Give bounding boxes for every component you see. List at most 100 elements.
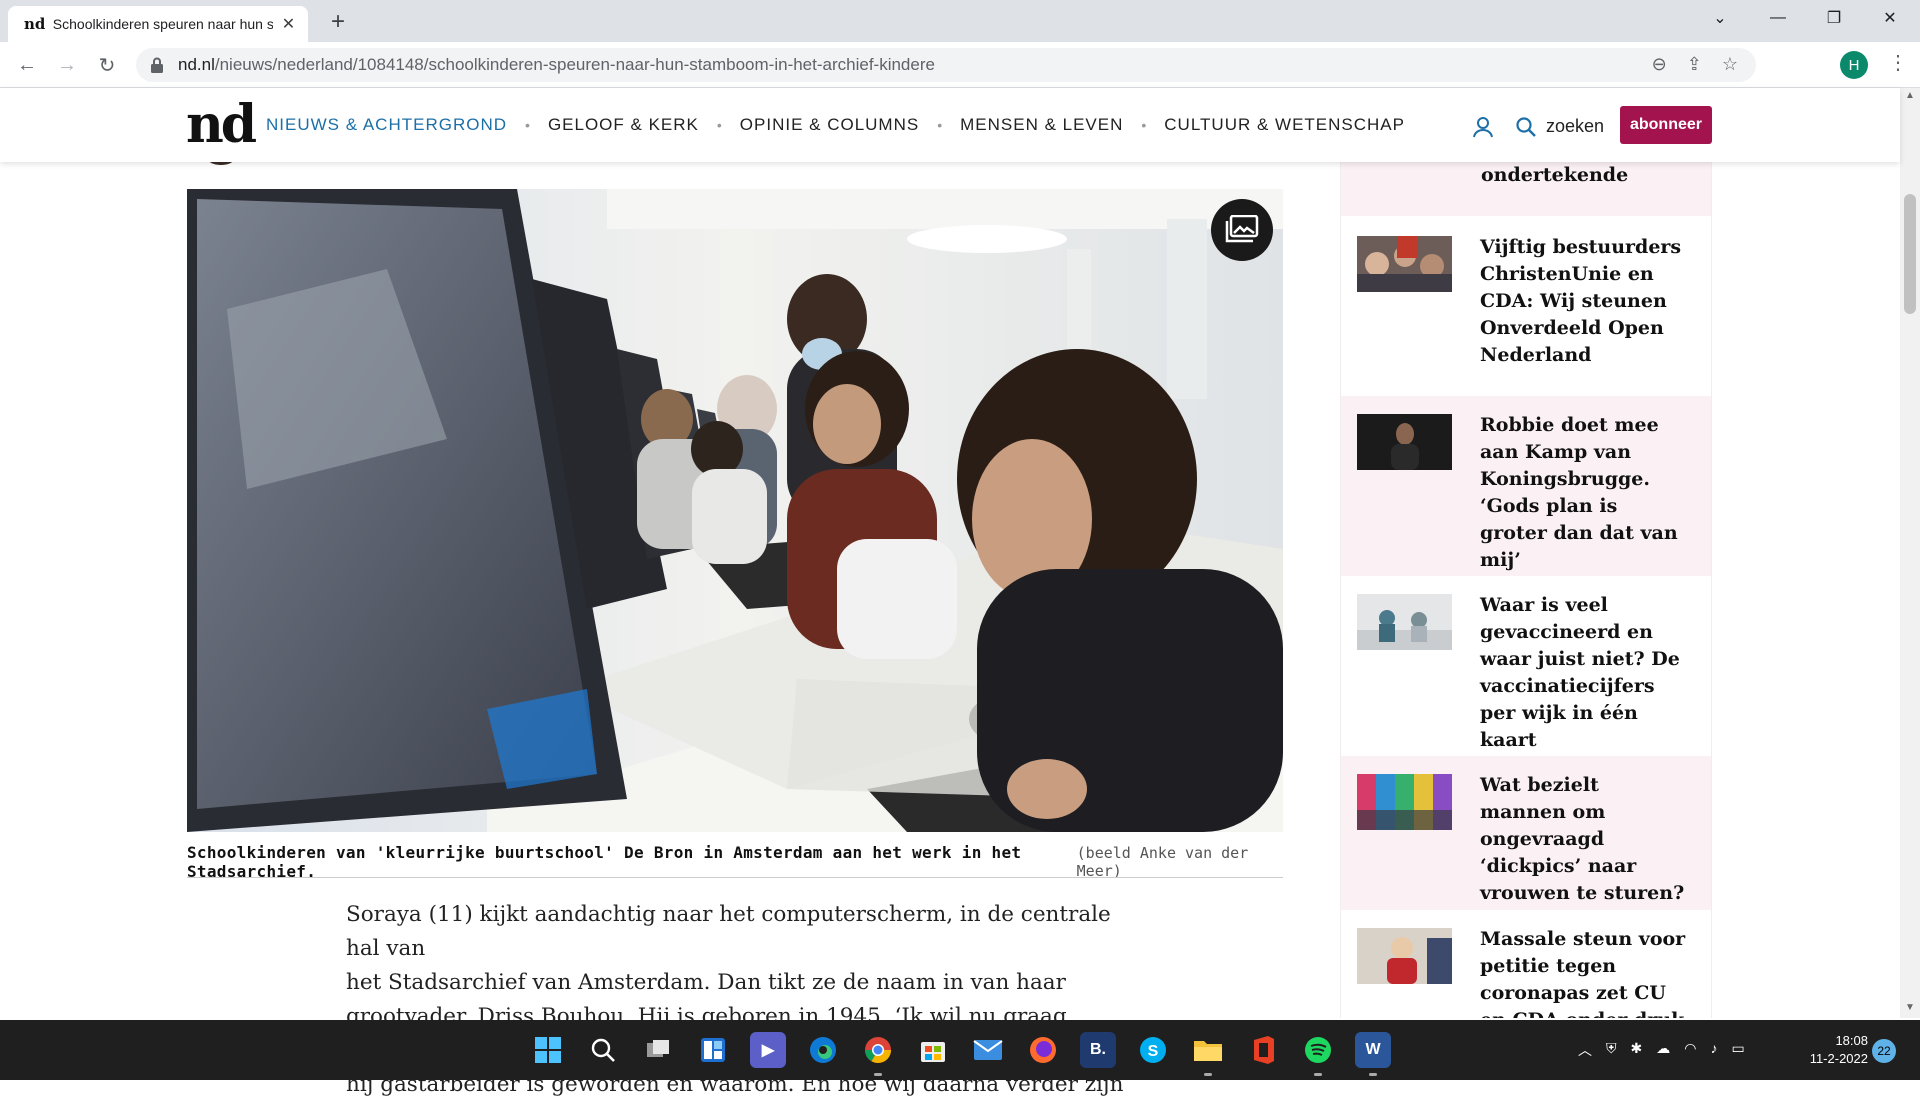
mail-icon[interactable] xyxy=(970,1032,1006,1068)
back-button[interactable]: ← xyxy=(12,50,42,80)
notification-badge[interactable]: 22 xyxy=(1872,1039,1896,1063)
body-line: Soraya (11) kijkt aandachtig naar het co… xyxy=(346,902,1111,961)
hero-photo xyxy=(187,189,1283,832)
sidebar-thumbnail xyxy=(1357,774,1452,830)
search-icon[interactable] xyxy=(585,1032,621,1068)
security-icon[interactable]: ⛨ xyxy=(1606,1040,1617,1060)
nav-nieuws[interactable]: NIEUWS & ACHTERGROND xyxy=(266,115,507,135)
office-icon[interactable] xyxy=(1245,1032,1281,1068)
sidebar-item-title: Waar is veel gevaccineerd en waar juist … xyxy=(1480,594,1680,751)
scroll-down-icon[interactable]: ▼ xyxy=(1905,1002,1915,1013)
skype-icon[interactable]: S xyxy=(1135,1032,1171,1068)
user-account-icon[interactable] xyxy=(1472,116,1494,138)
close-tab-icon[interactable]: ✕ xyxy=(279,14,298,34)
site-header: nd NIEUWS & ACHTERGROND • GELOOF & KERK … xyxy=(0,88,1900,162)
widgets-icon[interactable] xyxy=(695,1032,731,1068)
sidebar-thumbnail xyxy=(1357,236,1452,292)
firefox-icon[interactable] xyxy=(1025,1032,1061,1068)
battery-icon[interactable]: ▭ xyxy=(1731,1040,1744,1060)
nav-separator: • xyxy=(1141,117,1147,133)
reload-button[interactable]: ↻ xyxy=(92,50,122,80)
nd-favicon-icon: nd xyxy=(24,15,46,33)
sidebar-item-title: ondertekende xyxy=(1481,164,1629,186)
address-bar[interactable]: nd.nl/nieuws/nederland/1084148/schoolkin… xyxy=(136,48,1756,82)
nav-geloof[interactable]: GELOOF & KERK xyxy=(548,115,699,135)
article-hero-image[interactable] xyxy=(187,189,1283,832)
caption-text: Schoolkinderen van 'kleurrijke buurtscho… xyxy=(187,843,1022,881)
sidebar-thumbnail xyxy=(1357,414,1452,470)
sidebar-item[interactable]: Vijftig bestuurders ChristenUnie en CDA:… xyxy=(1341,218,1711,396)
sidebar-item-partial[interactable]: ondertekende xyxy=(1341,160,1711,216)
spotify-icon[interactable] xyxy=(1300,1032,1336,1076)
image-caption: Schoolkinderen van 'kleurrijke buurtscho… xyxy=(187,843,1283,881)
tab-title: Schoolkinderen speuren naar hun stamboom xyxy=(52,16,274,32)
clock-time: 18:08 xyxy=(1835,1033,1868,1048)
related-articles-sidebar: ondertekende Vijftig bestuurders Christe… xyxy=(1340,160,1712,1018)
windows-taskbar: ▶ B. S W ︿ ⛨ ✱ ☁ ◠ ♪ ▭ 18:08 11-2-2022 2… xyxy=(0,1020,1920,1080)
browser-tab[interactable]: nd Schoolkinderen speuren naar hun stamb… xyxy=(8,6,308,42)
search-label: zoeken xyxy=(1546,116,1605,136)
sidebar-item[interactable]: Robbie doet mee aan Kamp van Koningsbrug… xyxy=(1341,396,1711,576)
page-scrollbar[interactable]: ▲ ▼ xyxy=(1900,88,1920,1018)
scrollbar-thumb[interactable] xyxy=(1904,194,1916,314)
word-icon[interactable]: W xyxy=(1355,1032,1391,1076)
nav-mensen[interactable]: MENSEN & LEVEN xyxy=(960,115,1123,135)
browser-toolbar: ← → ↻ nd.nl/nieuws/nederland/1084148/sch… xyxy=(0,42,1920,88)
nd-logo[interactable]: nd xyxy=(186,94,257,155)
search-icon xyxy=(1516,116,1536,137)
edge-icon[interactable] xyxy=(805,1032,841,1068)
minimize-button[interactable]: — xyxy=(1750,0,1806,36)
close-window-button[interactable]: ✕ xyxy=(1862,0,1918,36)
body-line: het Stadsarchief van Amsterdam. Dan tikt… xyxy=(346,970,1066,995)
new-tab-button[interactable]: + xyxy=(324,8,352,36)
clock-date: 11-2-2022 xyxy=(1809,1051,1868,1066)
tab-search-chevron-icon[interactable]: ⌄ xyxy=(1692,0,1748,36)
scroll-up-icon[interactable]: ▲ xyxy=(1905,90,1915,101)
lock-icon xyxy=(151,57,163,73)
explorer-icon[interactable] xyxy=(1190,1032,1226,1076)
sidebar-item-title: Vijftig bestuurders ChristenUnie en CDA:… xyxy=(1480,236,1682,366)
bookmark-star-icon[interactable]: ☆ xyxy=(1722,54,1738,75)
nav-cultuur[interactable]: CULTUUR & WETENSCHAP xyxy=(1164,115,1405,135)
nav-separator: • xyxy=(716,117,722,133)
task-view-icon[interactable] xyxy=(640,1032,676,1068)
sidebar-item-title: Robbie doet mee aan Kamp van Koningsbrug… xyxy=(1480,414,1678,571)
url-text: nd.nl/nieuws/nederland/1084148/schoolkin… xyxy=(178,55,935,75)
photo-gallery-button[interactable] xyxy=(1211,199,1273,261)
teams-icon[interactable]: ▶ xyxy=(750,1032,786,1068)
subscribe-button[interactable]: abonneer xyxy=(1620,106,1712,144)
store-icon[interactable] xyxy=(915,1032,951,1068)
gallery-icon xyxy=(1225,215,1259,243)
nav-separator: • xyxy=(937,117,943,133)
wifi-icon[interactable]: ◠ xyxy=(1684,1040,1696,1060)
restore-button[interactable]: ❐ xyxy=(1806,0,1862,36)
tab-strip: nd Schoolkinderen speuren naar hun stamb… xyxy=(0,0,1920,42)
b-icon[interactable]: B. xyxy=(1080,1032,1116,1068)
forward-button[interactable]: → xyxy=(52,50,82,80)
system-clock[interactable]: 18:08 11-2-2022 xyxy=(1798,1032,1868,1068)
system-tray: ︿ ⛨ ✱ ☁ ◠ ♪ ▭ xyxy=(1578,1040,1745,1060)
tray-app-icon[interactable]: ✱ xyxy=(1631,1040,1643,1060)
sidebar-item-title: Wat bezielt mannen om ongevraagd ‘dickpi… xyxy=(1480,774,1685,904)
browser-menu-icon[interactable]: ⋮ xyxy=(1888,50,1908,75)
onedrive-icon[interactable]: ☁ xyxy=(1656,1040,1670,1060)
photo-credit: (beeld Anke van der Meer) xyxy=(1076,844,1249,880)
share-icon[interactable]: ⇪ xyxy=(1687,54,1702,75)
nav-separator: • xyxy=(525,117,530,133)
caption-divider xyxy=(187,877,1283,878)
nav-opinie[interactable]: OPINIE & COLUMNS xyxy=(740,115,919,135)
sidebar-item[interactable]: Waar is veel gevaccineerd en waar juist … xyxy=(1341,576,1711,756)
sidebar-thumbnail xyxy=(1357,928,1452,984)
main-nav: NIEUWS & ACHTERGROND • GELOOF & KERK • O… xyxy=(266,115,1405,135)
start-icon[interactable] xyxy=(530,1032,566,1068)
taskbar-apps: ▶ B. S W xyxy=(530,1032,1391,1076)
profile-avatar[interactable]: H xyxy=(1840,51,1868,79)
search-button[interactable]: zoeken xyxy=(1516,116,1604,137)
url-path: /nieuws/nederland/1084148/schoolkinderen… xyxy=(214,55,935,74)
volume-icon[interactable]: ♪ xyxy=(1710,1040,1717,1060)
tray-overflow-icon[interactable]: ︿ xyxy=(1578,1040,1592,1060)
sidebar-item[interactable]: Massale steun voor petitie tegen coronap… xyxy=(1341,910,1711,1018)
chrome-icon[interactable] xyxy=(860,1032,896,1076)
zoom-icon[interactable]: ⊖ xyxy=(1652,54,1667,75)
sidebar-item[interactable]: Wat bezielt mannen om ongevraagd ‘dickpi… xyxy=(1341,756,1711,910)
